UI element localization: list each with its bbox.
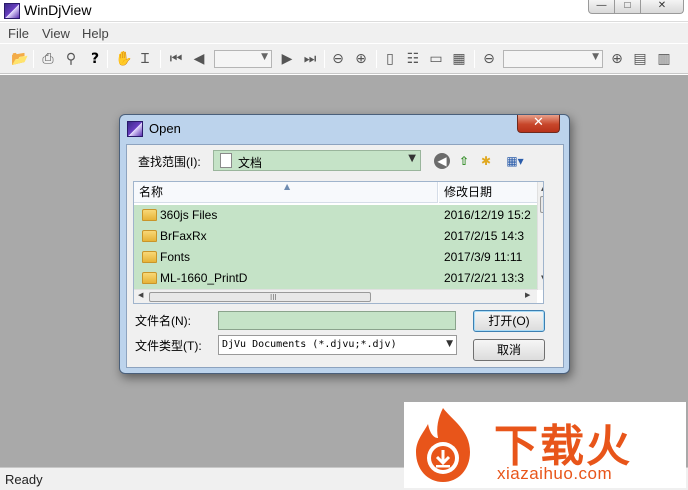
print-icon[interactable]: ⎙ [40, 51, 56, 67]
toolbar-separator [324, 50, 325, 68]
zoom-in-icon[interactable]: ⊕ [609, 51, 625, 67]
list-item[interactable]: Fonts 2017/3/9 11:11 [134, 247, 543, 268]
scroll-grip-icon: III [270, 293, 277, 302]
folder-icon [142, 209, 157, 221]
back-arrow-icon[interactable]: ◀ [434, 153, 450, 169]
continuous-icon[interactable]: ☷ [405, 51, 421, 67]
list-item[interactable]: ML-1660_PrintD 2017/2/21 13:3 [134, 268, 543, 289]
file-name: BrFaxRx [160, 229, 207, 243]
facing-continuous-icon[interactable]: ▦ [451, 51, 467, 67]
fit-page-icon[interactable]: ▤ [632, 51, 648, 67]
flame-logo-icon [416, 408, 470, 482]
file-date: 2017/2/21 13:3 [444, 271, 525, 285]
file-type-value: DjVu Documents (*.djvu;*.djv) [222, 339, 397, 350]
file-date: 2016/12/19 15:2 [444, 208, 531, 222]
window-title: WinDjView [24, 2, 92, 18]
look-in-combo[interactable]: 文档 ▼ [213, 150, 421, 171]
back-icon[interactable]: ⊖ [330, 51, 346, 67]
help-icon[interactable]: ? [87, 51, 103, 67]
dialog-app-icon [127, 121, 143, 137]
cancel-button[interactable]: 取消 [473, 339, 545, 361]
find-icon[interactable]: ⚲ [63, 51, 79, 67]
page-number-combo[interactable]: ▼ [214, 50, 272, 68]
open-dialog: Open ✕ 查找范围(I): 文档 ▼ ◀ ⇧ ✱ ▦▾ 名称 ▲ 修改日期 … [119, 114, 570, 374]
chevron-down-icon: ▼ [446, 339, 453, 349]
forward-icon[interactable]: ⊕ [353, 51, 369, 67]
up-folder-icon[interactable]: ⇧ [456, 153, 472, 169]
column-name-label: 名称 [139, 185, 164, 199]
fit-width-icon[interactable]: ▥ [656, 51, 672, 67]
previous-page-icon[interactable]: ◀ [191, 51, 207, 67]
file-type-combo[interactable]: DjVu Documents (*.djvu;*.djv) ▼ [218, 335, 457, 355]
sort-ascending-icon: ▲ [284, 182, 291, 191]
toolbar-separator [160, 50, 161, 68]
file-name: 360js Files [160, 208, 218, 222]
zoom-combo[interactable]: ▼ [503, 50, 603, 68]
file-date: 2017/2/15 14:3 [444, 229, 525, 243]
file-name: Fonts [160, 250, 191, 264]
scroll-up-icon[interactable]: ▲ [541, 184, 543, 192]
toolbar-separator [376, 50, 377, 68]
toolbar-separator [474, 50, 475, 68]
menu-view[interactable]: View [42, 26, 70, 41]
hand-tool-icon[interactable]: ✋ [115, 51, 132, 67]
menu-file[interactable]: File [8, 26, 29, 41]
look-in-value: 文档 [238, 156, 263, 170]
scroll-down-icon[interactable]: ▼ [541, 274, 543, 282]
look-in-label: 查找范围(I): [138, 155, 201, 169]
file-type-label: 文件类型(T): [135, 339, 202, 353]
file-name: ML-1660_PrintD [160, 271, 248, 285]
vertical-scrollbar[interactable]: ▲ ▼ [537, 182, 543, 290]
chevron-down-icon: ▼ [261, 52, 268, 62]
scroll-thumb[interactable] [540, 196, 543, 213]
column-header-date[interactable]: 修改日期 [439, 182, 543, 203]
toolbar-separator [33, 50, 34, 68]
app-icon [4, 3, 20, 19]
file-name-field[interactable] [218, 311, 456, 330]
text-select-icon[interactable]: Ɪ [137, 51, 153, 67]
dialog-close-button[interactable]: ✕ [517, 115, 560, 133]
watermark: 下载火 xiazaihuo.com [404, 402, 686, 488]
view-menu-icon[interactable]: ▦▾ [502, 153, 528, 169]
facing-icon[interactable]: ▭ [428, 51, 444, 67]
last-page-icon[interactable]: ⏭ [302, 51, 318, 67]
list-item[interactable]: BrFaxRx 2017/2/15 14:3 [134, 226, 543, 247]
column-header-name[interactable]: 名称 ▲ [134, 182, 438, 203]
minimize-button[interactable]: — [588, 0, 615, 14]
toolbar-separator [107, 50, 108, 68]
new-folder-icon[interactable]: ✱ [478, 153, 494, 169]
menu-bar: File View Help [0, 23, 688, 43]
scroll-thumb[interactable]: III [149, 292, 371, 302]
list-item[interactable]: 360js Files 2016/12/19 15:2 [134, 205, 543, 226]
dialog-title: Open [149, 121, 181, 136]
horizontal-scrollbar[interactable]: ◀ III ▶ [134, 289, 537, 303]
chevron-down-icon: ▼ [408, 153, 416, 164]
status-text: Ready [5, 472, 43, 487]
single-page-icon[interactable]: ▯ [382, 51, 398, 67]
chevron-down-icon: ▼ [592, 52, 599, 62]
toolbar: 📂 ⎙ ⚲ ? ✋ Ɪ ⏮ ◀ ▼ ▶ ⏭ ⊖ ⊕ ▯ ☷ ▭ ▦ ⊖ ▼ ⊕ … [0, 44, 688, 74]
file-date: 2017/3/9 11:11 [444, 250, 523, 264]
file-list[interactable]: 名称 ▲ 修改日期 360js Files 2016/12/19 15:2 Br… [133, 181, 544, 304]
dialog-body: 查找范围(I): 文档 ▼ ◀ ⇧ ✱ ▦▾ 名称 ▲ 修改日期 360js F… [126, 144, 564, 368]
open-folder-icon[interactable]: 📂 [11, 51, 28, 67]
zoom-out-icon[interactable]: ⊖ [481, 51, 497, 67]
folder-icon [142, 230, 157, 242]
watermark-url: xiazaihuo.com [497, 464, 613, 483]
file-name-label: 文件名(N): [135, 314, 191, 328]
next-page-icon[interactable]: ▶ [279, 51, 295, 67]
close-button[interactable]: ✕ [640, 0, 684, 14]
maximize-button[interactable]: □ [614, 0, 641, 14]
menu-help[interactable]: Help [82, 26, 109, 41]
scroll-right-icon[interactable]: ▶ [525, 291, 530, 299]
open-button[interactable]: 打开(O) [473, 310, 545, 332]
folder-icon [142, 251, 157, 263]
title-bar: WinDjView — □ ✕ [0, 0, 688, 22]
column-date-label: 修改日期 [444, 185, 493, 199]
scroll-left-icon[interactable]: ◀ [138, 291, 143, 299]
first-page-icon[interactable]: ⏮ [168, 51, 184, 67]
documents-icon [220, 153, 232, 168]
folder-icon [142, 272, 157, 284]
